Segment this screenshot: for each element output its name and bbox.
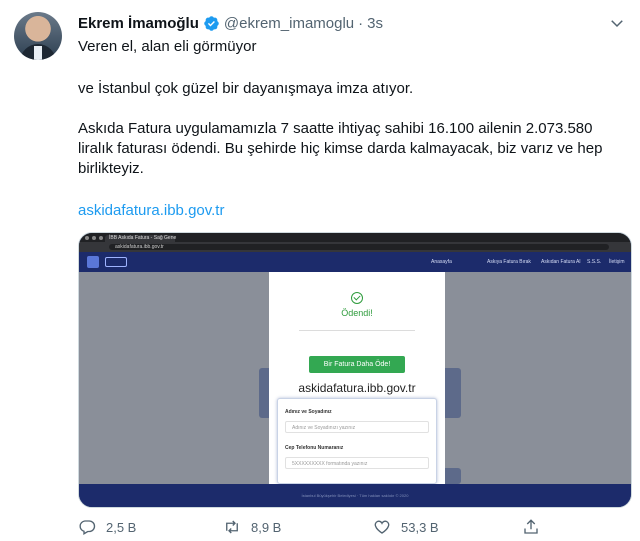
retweet-icon [226, 520, 238, 534]
author-name[interactable]: Ekrem İmamoğlu [78, 15, 199, 32]
tweet-header: Ekrem İmamoğlu @ekrem_imamoglu · 3s [78, 12, 383, 34]
nav-item-iletisim: İletişim [609, 259, 625, 265]
modal-status: Ödendi! [341, 308, 373, 318]
browser-address-bar: askidafatura.ibb.gov.tr [79, 242, 631, 252]
pay-another-bill-button: Bir Fatura Daha Öde! [309, 356, 405, 373]
retweet-count: 8,9 B [251, 519, 282, 535]
avatar-shirt [34, 46, 42, 60]
nav-item-birak: Askıya Fatura Bırak [487, 259, 531, 265]
reply-button[interactable]: 2,5 B [78, 516, 136, 538]
tweet-text-line-2: ve İstanbul çok güzel bir dayanışmaya im… [78, 80, 414, 97]
separator-dot: · [358, 14, 364, 32]
share-button[interactable] [522, 516, 540, 538]
phone-label: Cep Telefonu Numaranız [285, 445, 344, 451]
payment-success-modal: Ödendi! Bir Fatura Daha Öde! askidafatur… [269, 272, 445, 484]
tweet: Ekrem İmamoğlu @ekrem_imamoglu · 3s Vere… [0, 0, 640, 541]
site-nav: Anasayfa Askıya Fatura Bırak Askıdan Fat… [79, 252, 631, 272]
tweet-actions: 2,5 B 8,9 B 53,3 B [78, 516, 632, 538]
askida-fatura-logo-icon [105, 257, 127, 267]
tweet-text-line-1: Veren el, alan eli görmüyor [78, 38, 257, 55]
phone-placeholder: 5XXXXXXXXX formatında yazınız [292, 461, 368, 467]
name-label: Adınız ve Soyadınız [285, 409, 332, 415]
name-placeholder: Adınız ve Soyadınızı yazınız [292, 425, 356, 431]
nav-item-sss: S.S.S. [587, 259, 602, 265]
modal-domain: askidafatura.ibb.gov.tr [298, 381, 416, 395]
timestamp[interactable]: 3s [367, 15, 383, 32]
site-footer: İstanbul Büyükşehir Belediyesi · Tüm hak… [79, 484, 631, 507]
nav-item-al: Askıdan Fatura Al [541, 259, 581, 265]
verified-badge-icon [204, 15, 219, 31]
check-circle-icon [351, 292, 363, 304]
tweet-media-image[interactable]: İBB Askıda Fatura - Sağ Gene askidafatur… [78, 232, 632, 508]
tweet-link[interactable]: askidafatura.ibb.gov.tr [78, 202, 224, 219]
like-button[interactable]: 53,3 B [373, 516, 439, 538]
browser-tab-title: İBB Askıda Fatura - Sağ Gene [109, 235, 177, 241]
phone-field: 5XXXXXXXXX formatında yazınız [285, 457, 429, 469]
modal-divider [299, 330, 415, 331]
reply-count: 2,5 B [106, 519, 137, 535]
chevron-down-icon[interactable] [608, 14, 626, 32]
reply-icon [79, 520, 96, 535]
footer-text: İstanbul Büyükşehir Belediyesi · Tüm hak… [301, 493, 409, 498]
heart-icon [374, 520, 390, 534]
nav-item-anasayfa: Anasayfa [431, 259, 452, 265]
share-icon [524, 519, 538, 534]
name-field: Adınız ve Soyadınızı yazınız [285, 421, 429, 433]
browser-tab: İBB Askıda Fatura - Sağ Gene [105, 235, 177, 242]
tweet-text-line-3: Askıda Fatura uygulamamızla 7 saatte iht… [78, 120, 603, 177]
window-controls [85, 236, 103, 240]
like-count: 53,3 B [401, 519, 439, 535]
retweet-button[interactable]: 8,9 B [223, 516, 281, 538]
ibb-logo-icon [87, 256, 99, 268]
donor-form: Adınız ve Soyadınız Adınız ve Soyadınızı… [277, 398, 437, 484]
author-handle[interactable]: @ekrem_imamoglu [224, 15, 354, 32]
browser-tab-bar: İBB Askıda Fatura - Sağ Gene [79, 233, 631, 242]
avatar[interactable] [14, 12, 62, 60]
browser-url: askidafatura.ibb.gov.tr [115, 244, 164, 250]
